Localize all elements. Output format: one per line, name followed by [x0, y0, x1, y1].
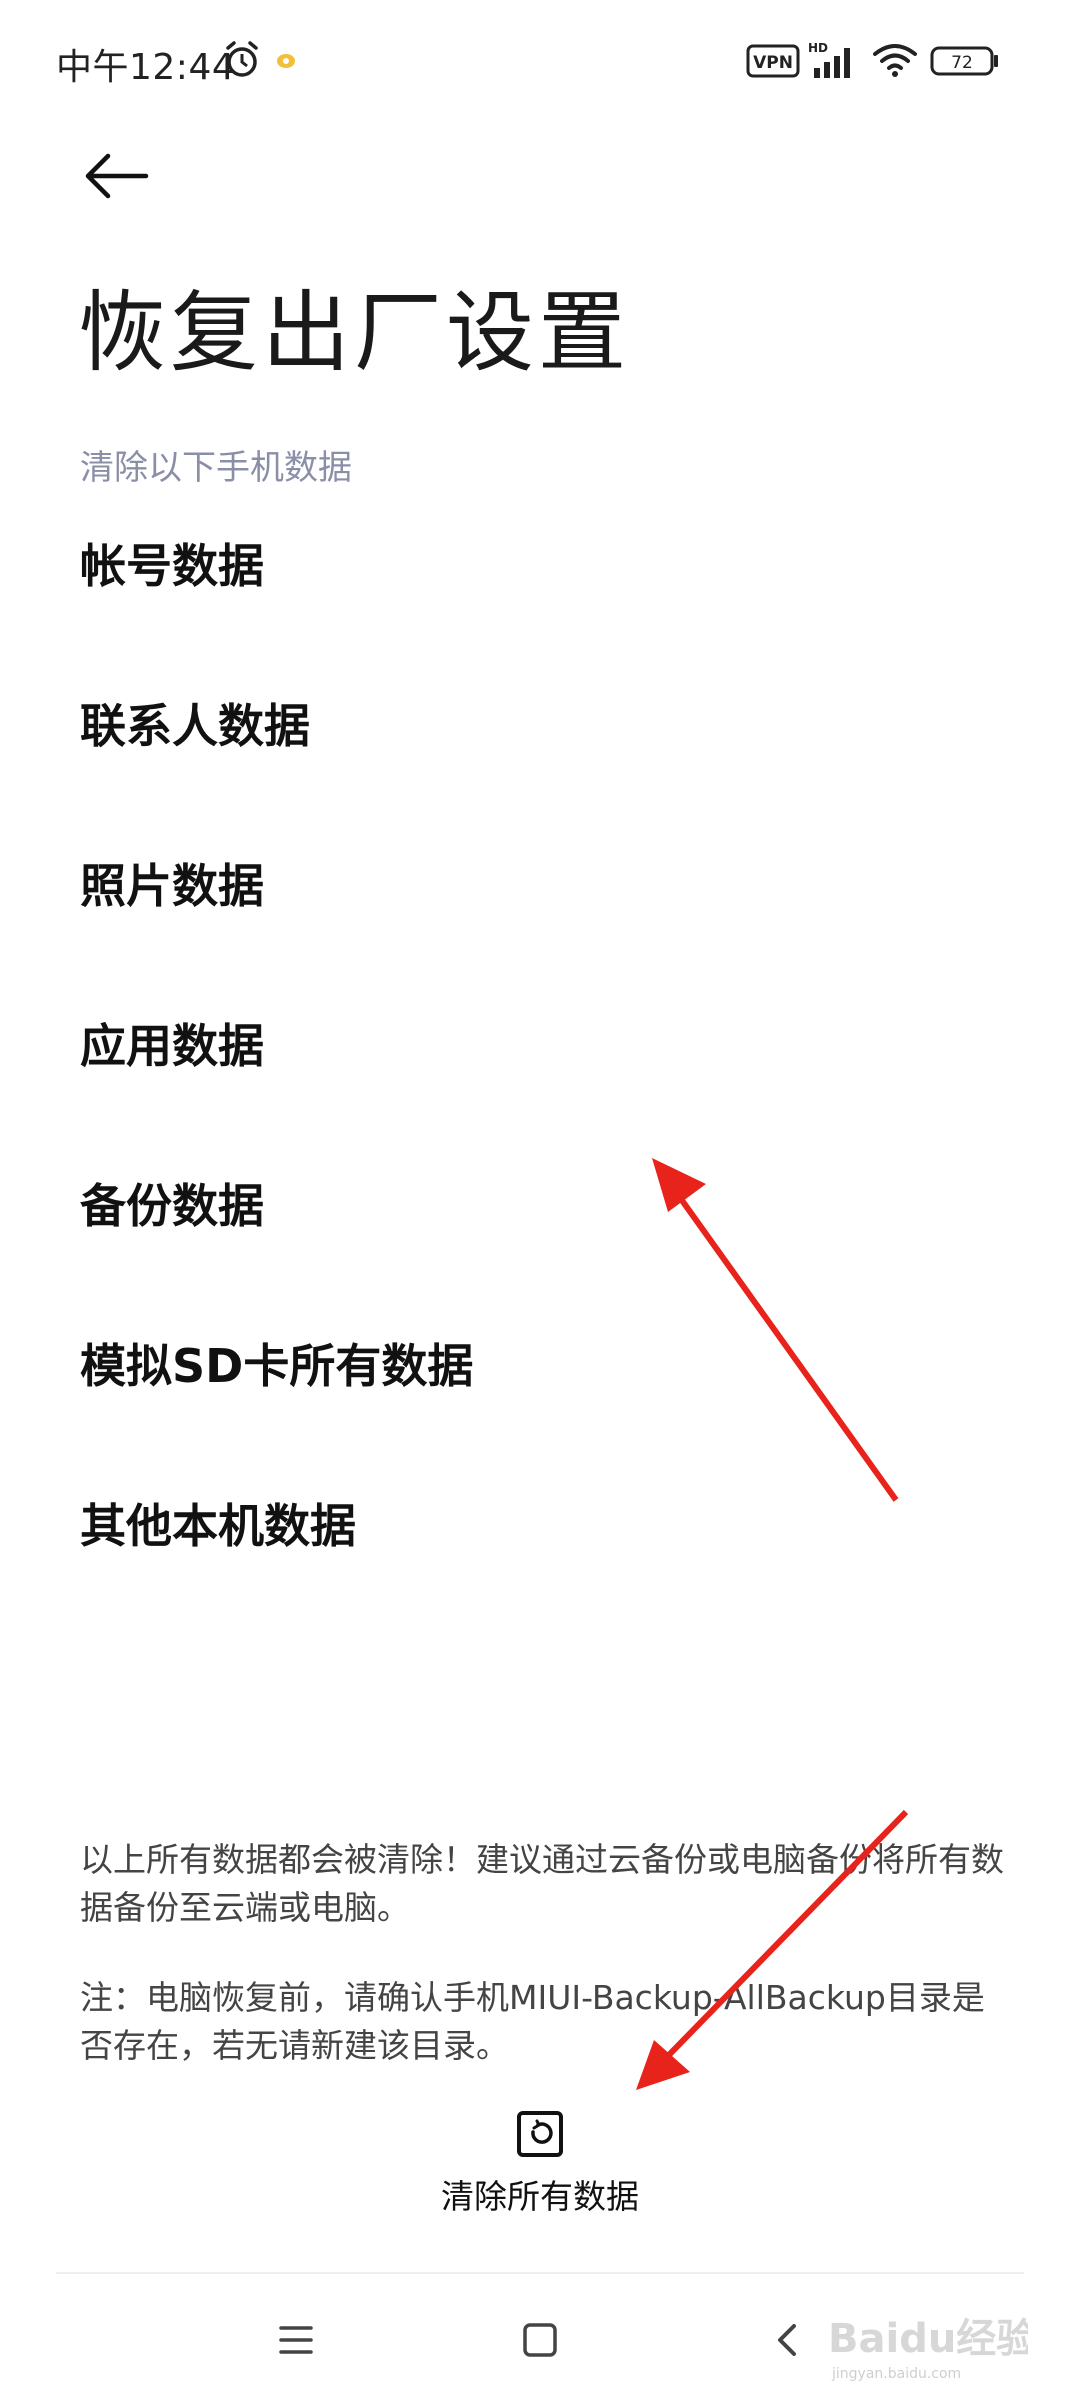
watermark-url: jingyan.baidu.com — [831, 2366, 961, 2382]
list-item-sd-card-data: 模拟SD卡所有数据 — [80, 1330, 1000, 1490]
list-item-label: 应用数据 — [80, 1019, 264, 1073]
page-title: 恢复出厂设置 — [78, 281, 631, 384]
clear-all-data-label: 清除所有数据 — [441, 2177, 639, 2216]
signal-icon: HD — [808, 41, 850, 78]
notification-dot-icon — [277, 54, 295, 68]
back-arrow-icon — [85, 153, 149, 199]
vpn-label: VPN — [753, 53, 793, 73]
home-icon — [523, 2323, 557, 2357]
back-button[interactable] — [80, 140, 152, 212]
list-item-label: 照片数据 — [80, 859, 264, 913]
reset-icon — [517, 2111, 563, 2157]
hd-label: HD — [808, 41, 828, 55]
data-list: 帐号数据 联系人数据 照片数据 应用数据 备份数据 模拟SD卡所有数据 其他本机… — [80, 530, 1000, 1650]
list-item-label: 帐号数据 — [80, 539, 264, 593]
status-time: 中午12:44 — [56, 47, 236, 88]
list-item-label: 联系人数据 — [80, 699, 310, 753]
nav-back-button[interactable] — [748, 2300, 828, 2380]
status-bar: 中午12:44 VPN HD 72 — [0, 0, 1080, 120]
warning-notice: 以上所有数据都会被清除！建议通过云备份或电脑备份将所有数据备份至云端或电脑。 — [80, 1840, 1004, 1927]
list-item-label: 备份数据 — [80, 1179, 264, 1233]
list-item-app-data: 应用数据 — [80, 1010, 1000, 1170]
battery-level: 72 — [951, 53, 973, 73]
baidu-watermark: Baidu经验 jingyan.baidu.com — [828, 2316, 1028, 2382]
wifi-icon — [873, 44, 917, 77]
vpn-icon: VPN — [746, 44, 800, 78]
backup-note: 注：电脑恢复前，请确认手机MIUI-Backup-AllBackup目录是否存在… — [80, 1978, 985, 2065]
clear-all-data-button[interactable]: 清除所有数据 — [390, 2110, 690, 2230]
list-item-other-data: 其他本机数据 — [80, 1490, 1000, 1650]
nav-home-button[interactable] — [500, 2300, 580, 2380]
list-item-contacts-data: 联系人数据 — [80, 690, 1000, 850]
list-item-account-data: 帐号数据 — [80, 530, 1000, 690]
divider — [56, 2272, 1024, 2274]
list-item-label: 模拟SD卡所有数据 — [80, 1339, 474, 1393]
section-label: 清除以下手机数据 — [80, 448, 352, 488]
menu-icon — [279, 2326, 313, 2354]
battery-icon: 72 — [930, 46, 998, 76]
list-item-photos-data: 照片数据 — [80, 850, 1000, 1010]
nav-menu-button[interactable] — [256, 2300, 336, 2380]
watermark-brand: Baidu经验 — [828, 2316, 1028, 2362]
alarm-icon — [226, 41, 258, 77]
back-icon — [778, 2324, 796, 2356]
list-item-backup-data: 备份数据 — [80, 1170, 1000, 1330]
list-item-label: 其他本机数据 — [80, 1499, 356, 1553]
